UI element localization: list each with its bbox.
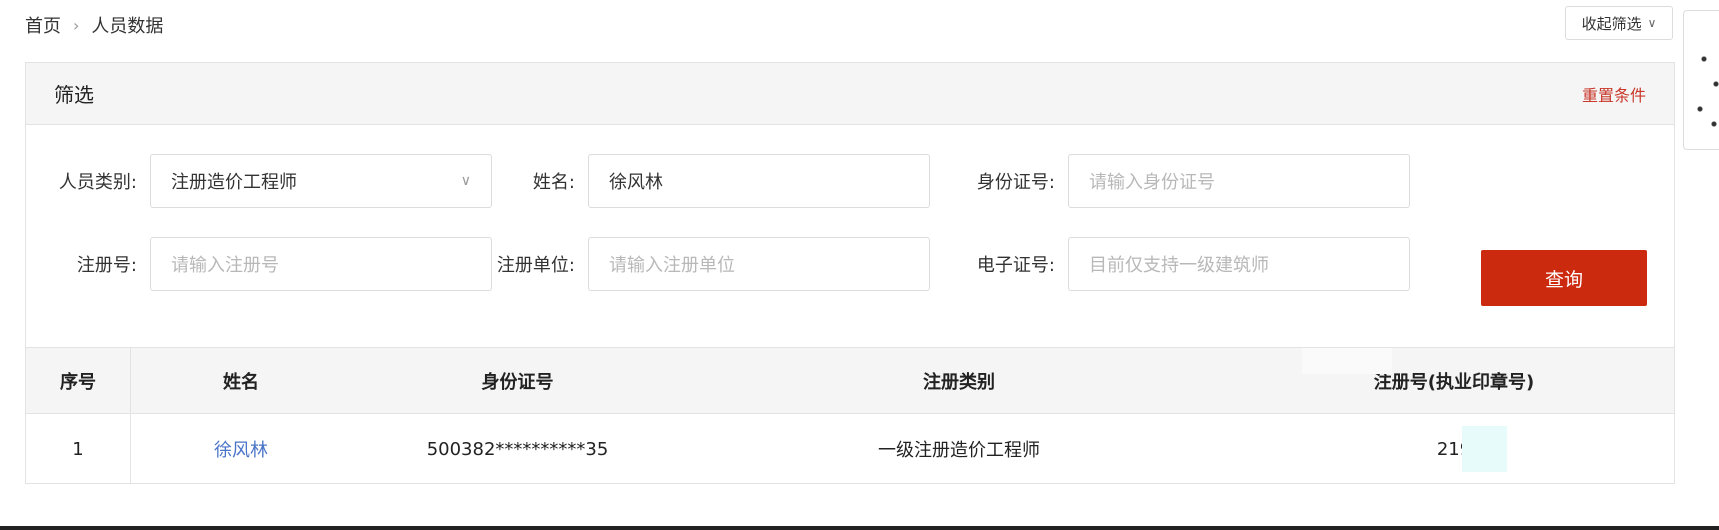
qr-code-icon xyxy=(1692,39,1719,139)
column-header-reg-type: 注册类别 xyxy=(923,371,995,393)
name-label: 姓名: xyxy=(532,172,575,193)
collapse-filter-button[interactable]: 收起筛选 ∨ xyxy=(1565,6,1673,40)
breadcrumb: 首页 › 人员数据 xyxy=(25,12,163,38)
id-number-input[interactable]: 请输入身份证号 xyxy=(1068,154,1410,208)
person-type-label: 人员类别: xyxy=(58,172,137,193)
e-cert-input[interactable]: 目前仅支持一级建筑师 xyxy=(1068,237,1410,291)
reg-unit-input[interactable]: 请输入注册单位 xyxy=(588,237,930,291)
search-button[interactable]: 查询 xyxy=(1481,250,1647,306)
person-type-value: 注册造价工程师 xyxy=(171,172,297,193)
table-row: 1 徐风林 500382**********35 一级注册造价工程师 219 xyxy=(26,414,1674,484)
reset-conditions-link[interactable]: 重置条件 xyxy=(1582,82,1646,106)
reg-number-label: 注册号: xyxy=(76,255,137,276)
filter-title: 筛选 xyxy=(54,83,94,107)
redaction-mask xyxy=(1302,348,1392,374)
name-input[interactable]: 徐风林 xyxy=(588,154,930,208)
id-number-placeholder: 请输入身份证号 xyxy=(1089,172,1215,193)
name-value: 徐风林 xyxy=(609,172,663,193)
reg-number-placeholder: 请输入注册号 xyxy=(171,255,279,276)
reg-number-input[interactable]: 请输入注册号 xyxy=(150,237,492,291)
redaction-mask xyxy=(1462,426,1507,472)
cell-id-number: 500382**********35 xyxy=(426,438,609,460)
cell-index: 1 xyxy=(26,414,131,484)
table-header: 序号 姓名 身份证号 注册类别 注册号(执业印章号) xyxy=(26,348,1674,414)
table-body: 1 徐风林 500382**********35 一级注册造价工程师 219 xyxy=(26,414,1674,484)
column-header-name: 姓名 xyxy=(223,371,259,393)
column-header-id-number: 身份证号 xyxy=(481,371,554,393)
filter-header: 筛选 重置条件 xyxy=(26,63,1674,125)
column-header-index: 序号 xyxy=(26,348,131,413)
breadcrumb-current: 人员数据 xyxy=(91,16,164,37)
breadcrumb-home[interactable]: 首页 xyxy=(25,12,61,38)
person-type-select[interactable]: 注册造价工程师 ∨ xyxy=(150,154,492,208)
reg-unit-label: 注册单位: xyxy=(496,255,575,276)
filter-panel: 筛选 重置条件 人员类别: 注册造价工程师 ∨ 姓名: 徐风林 身份证号: 请输… xyxy=(25,62,1675,484)
chevron-down-icon: ∨ xyxy=(1647,16,1657,30)
results-table: 序号 姓名 身份证号 注册类别 注册号(执业印章号) 1 徐风林 500382*… xyxy=(26,347,1674,484)
side-widget[interactable] xyxy=(1683,10,1719,150)
cell-name: 徐风林 xyxy=(131,414,351,484)
cell-reg-type: 一级注册造价工程师 xyxy=(878,440,1040,461)
e-cert-placeholder: 目前仅支持一级建筑师 xyxy=(1089,255,1269,276)
id-number-label: 身份证号: xyxy=(976,172,1055,193)
e-cert-label: 电子证号: xyxy=(976,255,1055,276)
collapse-filter-label: 收起筛选 xyxy=(1581,14,1642,33)
chevron-right-icon: › xyxy=(73,15,80,35)
bottom-divider xyxy=(0,526,1719,530)
reg-unit-placeholder: 请输入注册单位 xyxy=(609,255,735,276)
column-header-reg-number: 注册号(执业印章号) xyxy=(1373,371,1535,393)
person-name-link[interactable]: 徐风林 xyxy=(214,436,268,462)
cell-reg-number: 219 xyxy=(1436,438,1472,460)
